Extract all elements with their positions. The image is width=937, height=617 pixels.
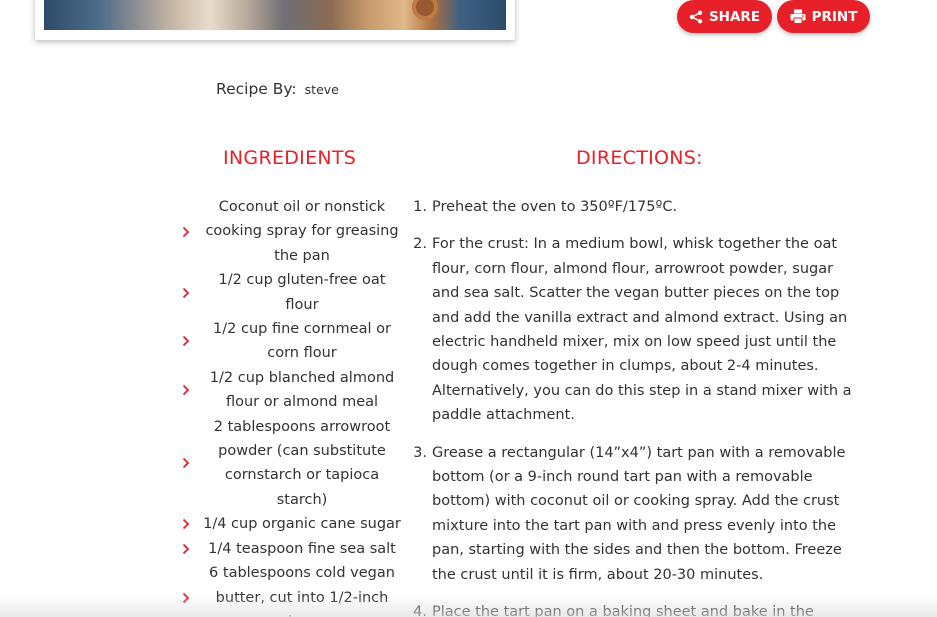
share-icon xyxy=(689,10,703,24)
chevron-right-icon xyxy=(182,335,200,347)
recipe-author: steve xyxy=(304,82,339,97)
recipe-image-card xyxy=(35,0,515,40)
list-item: 6 tablespoons cold vegan butter, cut int… xyxy=(182,561,404,617)
chevron-right-icon xyxy=(182,384,200,396)
ingredient-text: 1/4 teaspoon fine sea salt xyxy=(208,540,396,557)
print-button[interactable]: PRINT xyxy=(777,0,870,33)
list-item: 1/4 cup organic cane sugar xyxy=(182,512,404,536)
ingredient-text: 1/2 cup fine cornmeal or corn flour xyxy=(213,321,391,362)
list-item: Coconut oil or nonstick cooking spray fo… xyxy=(182,195,404,268)
list-item: 1/2 cup fine cornmeal or corn flour xyxy=(182,317,404,366)
ingredient-text: 1/2 cup gluten-free oat flour xyxy=(218,272,386,313)
list-item: 1/2 cup blanched almond flour or almond … xyxy=(182,366,404,415)
direction-step: 4. Place the tart pan on a baking sheet … xyxy=(405,600,855,617)
directions-list: 1. Preheat the oven to 350ºF/175ºC. 2. F… xyxy=(405,195,855,617)
ingredient-text: Coconut oil or nonstick cooking spray fo… xyxy=(205,199,399,264)
step-text: For the crust: In a medium bowl, whisk t… xyxy=(432,236,852,424)
chevron-right-icon xyxy=(182,543,200,555)
list-item: 1/2 cup gluten-free oat flour xyxy=(182,268,404,317)
chevron-right-icon xyxy=(182,457,200,469)
list-item: 2 tablespoons arrowroot powder (can subs… xyxy=(182,415,404,513)
chevron-right-icon xyxy=(182,592,200,604)
ingredient-text: 1/4 cup organic cane sugar xyxy=(203,516,401,533)
step-number: 2. xyxy=(413,236,427,253)
printer-icon xyxy=(790,9,806,24)
ingredient-text: 2 tablespoons arrowroot powder (can subs… xyxy=(213,418,391,508)
ingredients-list: Coconut oil or nonstick cooking spray fo… xyxy=(182,195,404,617)
ingredient-text: 6 tablespoons cold vegan butter, cut int… xyxy=(209,565,395,617)
chevron-right-icon xyxy=(182,287,200,299)
chevron-right-icon xyxy=(182,226,200,238)
step-number: 3. xyxy=(413,444,427,461)
recipe-by-label: Recipe By: xyxy=(216,80,297,98)
print-label: PRINT xyxy=(811,8,858,25)
step-number: 4. xyxy=(413,604,427,617)
direction-step: 1. Preheat the oven to 350ºF/175ºC. xyxy=(405,195,855,219)
recipe-page: SHARE PRINT Recipe By: steve INGREDIENTS… xyxy=(0,0,937,617)
direction-step: 2. For the crust: In a medium bowl, whis… xyxy=(405,232,855,427)
recipe-by: Recipe By: steve xyxy=(216,80,339,98)
share-button[interactable]: SHARE xyxy=(677,0,772,33)
directions-heading: DIRECTIONS: xyxy=(576,147,703,169)
ingredients-heading: INGREDIENTS xyxy=(223,147,357,169)
list-item: 1/4 teaspoon fine sea salt xyxy=(182,537,404,561)
chevron-right-icon xyxy=(182,518,200,530)
direction-step: 3. Grease a rectangular (14”x4”) tart pa… xyxy=(405,441,855,587)
step-text: Place the tart pan on a baking sheet and… xyxy=(432,604,814,617)
step-text: Preheat the oven to 350ºF/175ºC. xyxy=(432,199,678,215)
recipe-photo xyxy=(44,0,506,30)
step-number: 1. xyxy=(413,199,427,215)
share-label: SHARE xyxy=(708,8,761,25)
step-text: Grease a rectangular (14”x4”) tart pan w… xyxy=(432,444,846,583)
ingredient-text: 1/2 cup blanched almond flour or almond … xyxy=(209,369,395,411)
